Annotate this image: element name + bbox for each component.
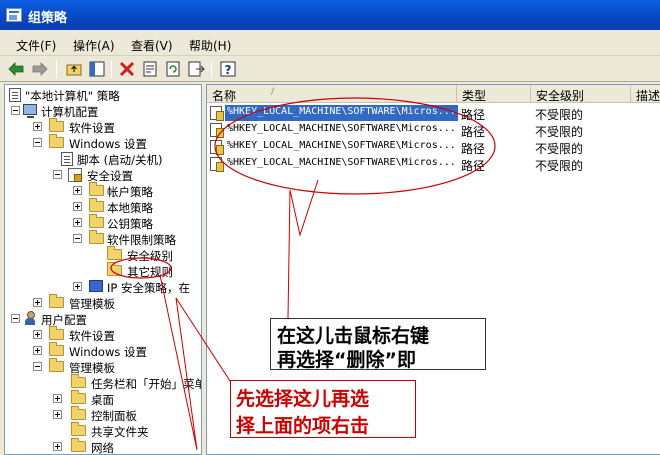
folder-icon xyxy=(89,230,104,244)
svg-text:?: ? xyxy=(225,63,232,77)
expand-toggle[interactable] xyxy=(33,298,42,307)
menu-file[interactable]: 文件(F) xyxy=(16,37,56,54)
help-icon[interactable]: ? xyxy=(218,59,238,79)
folder-icon xyxy=(71,406,86,420)
annotation-select-then-right-click: 先选择这儿再选 择上面的项右击 xyxy=(230,380,416,438)
expand-toggle[interactable] xyxy=(53,442,62,451)
table-row[interactable]: %HKEY_LOCAL_MACHINE\SOFTWARE\Micros... 路… xyxy=(207,139,660,156)
table-row[interactable]: %HKEY_LOCAL_MACHINE\SOFTWARE\Micros... 路… xyxy=(207,122,660,139)
expand-toggle[interactable] xyxy=(53,394,62,403)
folder-icon xyxy=(49,118,64,132)
expand-toggle[interactable] xyxy=(33,346,42,355)
path-rule-icon xyxy=(210,157,224,172)
folder-icon xyxy=(89,214,104,228)
console-tree[interactable]: "本地计算机" 策略 计算机配置 软件设置 Windows 设置 脚本 (启动/… xyxy=(4,84,202,455)
table-row[interactable]: %HKEY_LOCAL_MACHINE\SOFTWARE\Micros... 路… xyxy=(207,105,660,122)
title-bar: 组策略 xyxy=(0,0,660,30)
folder-icon xyxy=(49,326,64,340)
folder-icon xyxy=(49,294,64,308)
expand-toggle[interactable] xyxy=(73,186,82,195)
folder-icon xyxy=(49,342,64,356)
up-folder-icon[interactable] xyxy=(64,59,84,79)
group-policy-app-icon xyxy=(6,8,22,22)
policy-doc-icon xyxy=(9,88,21,102)
properties-icon[interactable] xyxy=(140,59,160,79)
collapse-toggle[interactable] xyxy=(33,138,42,147)
menu-bar: 文件(F) 操作(A) 查看(V) 帮助(H) xyxy=(0,30,660,56)
delete-icon[interactable] xyxy=(117,59,137,79)
folder-icon xyxy=(107,262,122,276)
folder-icon xyxy=(89,182,104,196)
folder-icon xyxy=(71,438,86,452)
expand-toggle[interactable] xyxy=(33,330,42,339)
show-hide-console-tree-icon[interactable] xyxy=(87,59,107,79)
column-header-name[interactable]: 名称 / xyxy=(207,85,457,103)
export-list-icon[interactable] xyxy=(186,59,206,79)
expand-toggle[interactable] xyxy=(73,282,82,291)
expand-toggle[interactable] xyxy=(53,410,62,419)
toolbar: ? xyxy=(0,56,660,82)
refresh-icon[interactable] xyxy=(163,59,183,79)
menu-view[interactable]: 查看(V) xyxy=(131,37,173,54)
path-rule-icon xyxy=(210,106,224,121)
folder-icon xyxy=(71,374,86,388)
ip-security-icon xyxy=(89,280,103,292)
expand-toggle[interactable] xyxy=(73,218,82,227)
folder-icon xyxy=(107,246,122,260)
expand-toggle[interactable] xyxy=(33,122,42,131)
column-header-security-level[interactable]: 安全级别 xyxy=(531,85,631,103)
collapse-toggle[interactable] xyxy=(11,314,20,323)
folder-icon xyxy=(49,358,64,372)
path-rule-icon xyxy=(210,123,224,138)
folder-icon xyxy=(49,134,64,148)
table-row[interactable]: %HKEY_LOCAL_MACHINE\SOFTWARE\Micros... 路… xyxy=(207,156,660,173)
collapse-toggle[interactable] xyxy=(53,170,62,179)
collapse-toggle[interactable] xyxy=(73,234,82,243)
sort-indicator-icon: / xyxy=(271,87,275,97)
back-arrow-icon[interactable] xyxy=(6,59,26,79)
collapse-toggle[interactable] xyxy=(11,106,20,115)
folder-icon xyxy=(71,422,86,436)
expand-toggle[interactable] xyxy=(73,202,82,211)
column-header-description[interactable]: 描述 xyxy=(631,85,660,103)
column-header-type[interactable]: 类型 xyxy=(457,85,531,103)
forward-arrow-icon[interactable] xyxy=(30,59,50,79)
script-doc-icon xyxy=(61,152,73,166)
menu-help[interactable]: 帮助(H) xyxy=(189,37,231,54)
security-lock-icon xyxy=(68,168,82,182)
window-title: 组策略 xyxy=(28,11,68,26)
folder-icon xyxy=(71,390,86,404)
menu-action[interactable]: 操作(A) xyxy=(73,37,115,54)
annotation-right-click-delete: 在这儿击鼠标右键 再选择“删除”即 xyxy=(270,318,486,371)
computer-icon xyxy=(23,104,37,118)
path-rule-icon xyxy=(210,140,224,155)
collapse-toggle[interactable] xyxy=(33,362,42,371)
folder-icon xyxy=(89,198,104,212)
user-icon xyxy=(24,311,36,325)
